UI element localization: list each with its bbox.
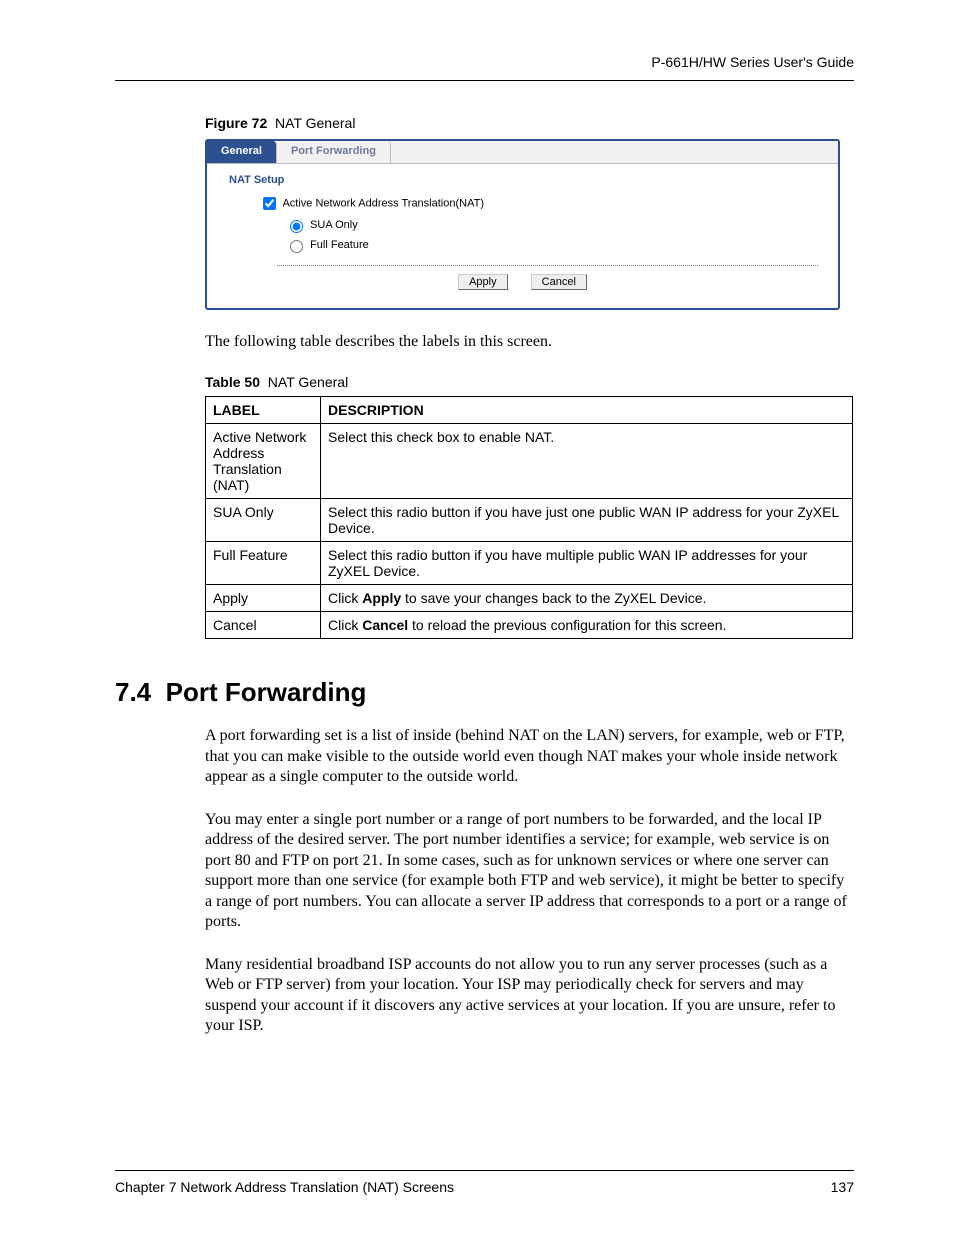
table-header-row: LABEL DESCRIPTION — [206, 397, 853, 424]
full-feature-radio[interactable] — [290, 240, 303, 253]
table-row: SUA Only Select this radio button if you… — [206, 499, 853, 542]
table-row: Apply Click Apply to save your changes b… — [206, 585, 853, 612]
tab-bar: General Port Forwarding — [207, 141, 838, 164]
footer-chapter: Chapter 7 Network Address Translation (N… — [115, 1179, 454, 1195]
cell-desc: Click Apply to save your changes back to… — [321, 585, 853, 612]
cancel-button[interactable]: Cancel — [531, 274, 587, 290]
panel-title: NAT Setup — [207, 164, 838, 192]
figure-title: NAT General — [275, 115, 355, 131]
apply-button[interactable]: Apply — [458, 274, 508, 290]
sua-only-radio[interactable] — [290, 220, 303, 233]
nat-general-screenshot: General Port Forwarding NAT Setup Active… — [205, 139, 840, 310]
cell-label: Apply — [206, 585, 321, 612]
body-paragraph: You may enter a single port number or a … — [205, 810, 854, 933]
table-row: Cancel Click Cancel to reload the previo… — [206, 612, 853, 639]
section-heading: 7.4 Port Forwarding — [115, 677, 854, 708]
sua-only-label: SUA Only — [310, 219, 358, 231]
page-header: P-661H/HW Series User's Guide — [115, 54, 854, 81]
table-label: Table 50 — [205, 374, 260, 390]
table-row: Active Network Address Translation (NAT)… — [206, 424, 853, 499]
section-title: Port Forwarding — [166, 677, 367, 707]
page-footer: Chapter 7 Network Address Translation (N… — [115, 1170, 854, 1195]
body-paragraph: A port forwarding set is a list of insid… — [205, 726, 854, 787]
active-nat-label: Active Network Address Translation(NAT) — [282, 197, 484, 209]
nat-general-table: LABEL DESCRIPTION Active Network Address… — [205, 396, 853, 639]
cell-desc: Select this radio button if you have jus… — [321, 499, 853, 542]
th-description: DESCRIPTION — [321, 397, 853, 424]
cell-desc: Select this check box to enable NAT. — [321, 424, 853, 499]
cell-label: Cancel — [206, 612, 321, 639]
cell-desc: Select this radio button if you have mul… — [321, 542, 853, 585]
section-number: 7.4 — [115, 677, 151, 707]
tab-general[interactable]: General — [207, 141, 277, 163]
table-caption: Table 50 NAT General — [205, 374, 854, 390]
body-paragraph: Many residential broadband ISP accounts … — [205, 955, 854, 1037]
th-label: LABEL — [206, 397, 321, 424]
cell-label: Active Network Address Translation (NAT) — [206, 424, 321, 499]
figure-caption: Figure 72 NAT General — [205, 115, 854, 131]
table-row: Full Feature Select this radio button if… — [206, 542, 853, 585]
cell-label: SUA Only — [206, 499, 321, 542]
cell-desc: Click Cancel to reload the previous conf… — [321, 612, 853, 639]
intro-paragraph: The following table describes the labels… — [205, 332, 854, 352]
figure-label: Figure 72 — [205, 115, 267, 131]
footer-page-number: 137 — [831, 1179, 854, 1195]
panel-body: Active Network Address Translation(NAT) … — [207, 192, 838, 308]
separator — [277, 265, 818, 266]
full-feature-label: Full Feature — [310, 239, 369, 251]
cell-label: Full Feature — [206, 542, 321, 585]
active-nat-checkbox[interactable] — [263, 197, 276, 210]
table-title: NAT General — [268, 374, 348, 390]
tab-port-forwarding[interactable]: Port Forwarding — [277, 141, 391, 163]
